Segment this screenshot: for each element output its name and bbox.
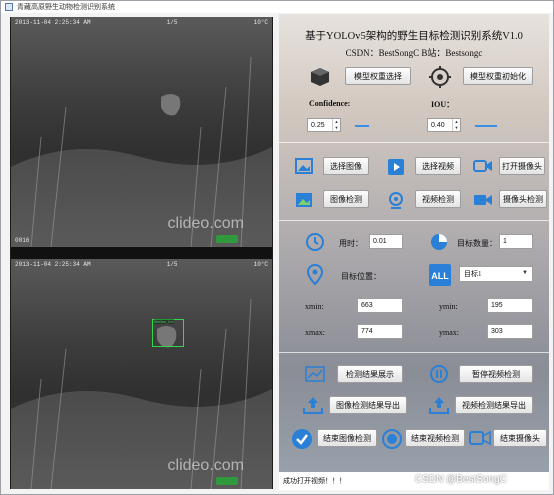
frame-timestamp: 2013-11-04 2:25:34 AM <box>15 261 91 268</box>
pause-video-button[interactable]: 暂停视频检测 <box>459 365 533 383</box>
original-frame: 2013-11-04 2:25:34 AM 1/5 10°C 0016 clid… <box>11 17 272 247</box>
frame-watermark: clideo.com <box>167 215 244 232</box>
status-bar: 成功打开视频！！！ <box>279 472 549 490</box>
xmin-label: xmin: <box>305 302 324 311</box>
target-select[interactable]: 目标1 ▼ <box>459 266 533 282</box>
spin-arrows-icon[interactable]: ▲ ▼ <box>332 119 340 131</box>
count-field[interactable]: 1 <box>499 234 533 249</box>
detection-frame: 2013-11-04 2:25:34 AM 1/5 10°C tibetan_f… <box>11 259 272 489</box>
title-bar: 青藏高原野生动物检测识别系统 <box>1 1 553 13</box>
app-window: 青藏高原野生动物检测识别系统 2013-11-04 2:25:34 AM 1/5… <box>0 0 554 495</box>
frame-temp: 10°C <box>253 261 268 268</box>
cube-icon <box>311 68 329 86</box>
location-icon <box>307 264 323 286</box>
upload-icon <box>429 397 449 414</box>
upload-icon <box>303 397 323 414</box>
confidence-value: 0.25 <box>311 121 325 129</box>
frame-temp: 10°C <box>253 19 268 26</box>
detection-scene <box>11 298 272 489</box>
time-field[interactable]: 0.01 <box>369 234 403 249</box>
frame-code: 0016 <box>15 237 30 244</box>
position-label: 目标位置： <box>341 272 381 281</box>
app-icon <box>5 3 13 11</box>
video-display-pane: 2013-11-04 2:25:34 AM 1/5 10°C 0016 clid… <box>10 17 273 489</box>
end-image-button[interactable]: 结束图像检测 <box>317 429 377 447</box>
frame-separator <box>11 247 272 259</box>
frame-osd: 2013-11-04 2:25:34 AM 1/5 10°C <box>15 261 268 268</box>
chevron-down-icon: ▼ <box>522 270 528 276</box>
time-label: 用时： <box>339 239 363 248</box>
camera-detect-icon <box>474 195 492 205</box>
watermark-badge <box>216 235 238 243</box>
ymax-label: ymax: <box>439 328 459 337</box>
detection-label: tibetan_fox <box>154 319 174 324</box>
end-camera-button[interactable]: 结束摄像头 <box>493 429 547 447</box>
iou-slider[interactable] <box>475 125 497 127</box>
ymin-field[interactable]: 195 <box>487 298 533 313</box>
export-video-button[interactable]: 视频检测结果导出 <box>455 396 533 414</box>
target-select-value: 目标1 <box>464 270 482 278</box>
camera-icon <box>473 160 492 172</box>
count-label: 目标数量： <box>457 239 497 248</box>
iou-value: 0.40 <box>431 121 445 129</box>
divider <box>279 352 549 353</box>
watermark-badge <box>216 477 238 485</box>
select-video-button[interactable]: 选择视频 <box>415 157 461 175</box>
control-panel: 基于YOLOv5架构的野生目标检测识别系统V1.0 CSDN：BestSongC… <box>279 14 549 490</box>
check-circle-icon <box>292 429 312 449</box>
ymax-field[interactable]: 303 <box>487 324 533 339</box>
video-detect-button[interactable]: 视频检测 <box>415 190 461 208</box>
model-init-button[interactable]: 模型权重初始化 <box>463 67 533 85</box>
original-scene <box>11 56 272 247</box>
all-targets-icon: ALL <box>429 264 451 286</box>
camera-detect-button[interactable]: 摄像头检测 <box>499 190 547 208</box>
select-image-button[interactable]: 选择图像 <box>323 157 369 175</box>
frame-osd: 2013-11-04 2:25:34 AM 1/5 10°C <box>15 19 268 26</box>
xmax-field[interactable]: 774 <box>357 324 403 339</box>
iou-label: IOU： <box>431 100 455 109</box>
frame-counter: 1/5 <box>166 261 178 268</box>
csdn-watermark: CSDN @BestSongC <box>415 474 507 485</box>
image-detect-icon <box>296 193 312 207</box>
status-text: 成功打开视频！！！ <box>283 477 346 485</box>
show-results-button[interactable]: 检测结果展示 <box>337 365 403 383</box>
author-info: CSDN：BestSongC B站：Bestsongc <box>345 48 483 58</box>
camera-off-icon <box>469 430 491 446</box>
stop-circle-icon <box>382 429 402 449</box>
export-image-button[interactable]: 图像检测结果导出 <box>329 396 407 414</box>
window-title: 青藏高原野生动物检测识别系统 <box>17 4 115 11</box>
frame-watermark: clideo.com <box>167 457 244 474</box>
target-icon <box>429 66 451 88</box>
svg-text:ALL: ALL <box>431 271 449 281</box>
app-heading: 基于YOLOv5架构的野生目标检测识别系统V1.0 <box>305 31 523 42</box>
clock-icon <box>306 233 324 251</box>
confidence-label: Confidence: <box>309 99 351 108</box>
open-camera-button[interactable]: 打开摄像头 <box>499 157 545 175</box>
frame-counter: 1/5 <box>166 19 178 26</box>
iou-spinbox[interactable]: 0.40 ▲ ▼ <box>427 118 461 132</box>
spin-arrows-icon[interactable]: ▲ ▼ <box>452 119 460 131</box>
confidence-slider[interactable] <box>355 125 369 127</box>
image-detect-button[interactable]: 图像检测 <box>323 190 369 208</box>
video-file-icon <box>388 159 404 175</box>
ymin-label: ymin: <box>439 302 458 311</box>
pie-chart-icon <box>431 234 447 250</box>
confidence-spinbox[interactable]: 0.25 ▲ ▼ <box>307 118 341 132</box>
divider <box>279 220 549 221</box>
model-select-button[interactable]: 模型权重选择 <box>345 67 411 85</box>
detection-box: tibetan_fox <box>152 319 184 347</box>
pause-icon <box>430 365 448 383</box>
divider <box>279 142 549 143</box>
image-icon <box>295 158 313 174</box>
xmin-field[interactable]: 663 <box>357 298 403 313</box>
chart-icon <box>305 366 325 382</box>
end-video-button[interactable]: 结束视频检测 <box>405 429 465 447</box>
frame-timestamp: 2013-11-04 2:25:34 AM <box>15 19 91 26</box>
xmax-label: xmax: <box>305 328 325 337</box>
webcam-icon <box>389 192 403 209</box>
